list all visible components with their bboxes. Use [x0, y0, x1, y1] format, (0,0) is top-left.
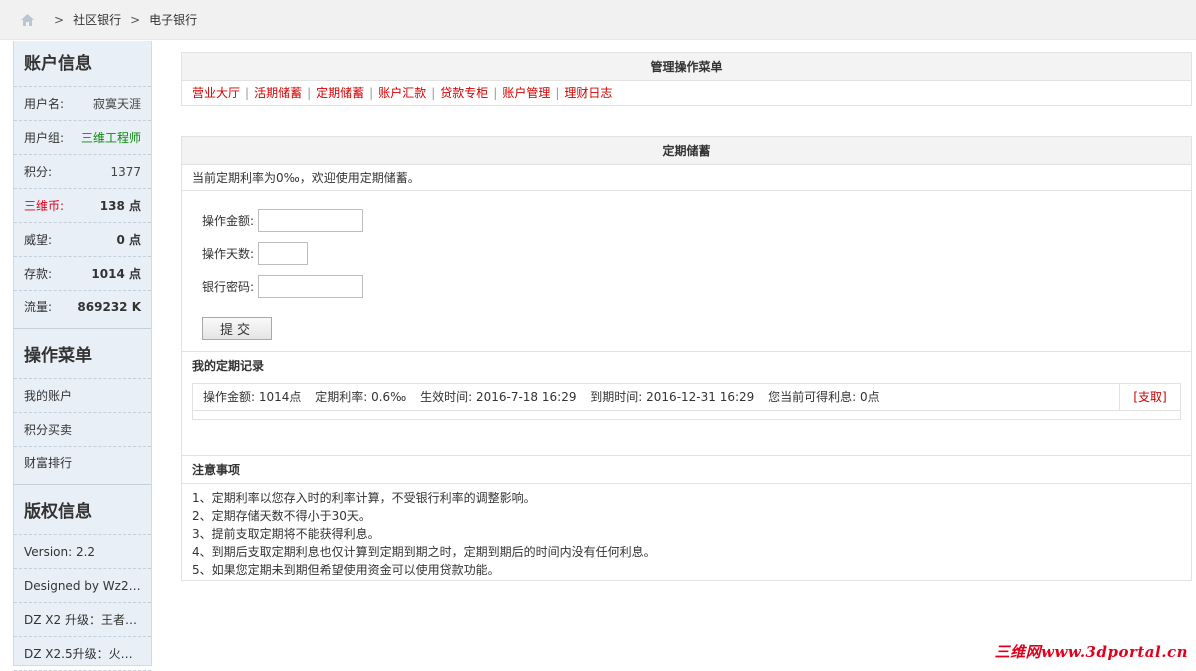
record-start-time: 生效时间: 2016-7-18 16:29 — [420, 390, 577, 404]
menu-link-lobby[interactable]: 营业大厅 — [192, 86, 240, 100]
site-watermark: 三维网www.3dportal.cn — [994, 643, 1188, 661]
menu-link-remittance[interactable]: 账户汇款 — [378, 86, 426, 100]
table-row: 操作金额: 1014点 定期利率: 0.6‰ 生效时间: 2016-7-18 1… — [193, 384, 1180, 411]
days-label: 操作天数: — [202, 247, 255, 261]
list-item: 2、定期存储天数不得小于30天。 — [192, 509, 371, 523]
copyright-title: 版权信息 — [14, 485, 151, 535]
fixed-savings-title: 定期储蓄 — [182, 137, 1191, 165]
field-points: 积分: 1377 — [14, 155, 151, 189]
operation-menu-title: 操作菜单 — [14, 329, 151, 379]
field-traffic: 流量: 869232 K — [14, 291, 151, 329]
sidebar-item-wealth-rank[interactable]: 财富排行 — [14, 447, 151, 485]
breadcrumb: > 社区银行 > 电子银行 — [20, 11, 197, 28]
manage-menu-panel: 管理操作菜单 营业大厅 | 活期储蓄 | 定期储蓄 | 账户汇款 | 贷款专柜 | 账户管理 | 理财日… — [181, 52, 1192, 106]
list-item: 1、定期利率以您存入时的利率计算，不受银行利率的调整影响。 — [192, 491, 536, 505]
manage-menu-links: 营业大厅 | 活期储蓄 | 定期储蓄 | 账户汇款 | 贷款专柜 | 账户管理 | 理财日志 — [192, 86, 613, 100]
breadcrumb-bar: > 社区银行 > 电子银行 — [0, 0, 1196, 40]
list-item: 3、提前支取定期将不能获得利息。 — [192, 527, 380, 541]
field-coins: 三维币: 138 点 — [14, 189, 151, 223]
my-records-title: 我的定期记录 — [192, 359, 265, 373]
notes-title: 注意事项 — [182, 456, 1191, 484]
fixed-savings-form: 操作金额: 操作天数: 银行密码: 提交 — [182, 191, 1191, 352]
field-deposit: 存款: 1014 点 — [14, 257, 151, 291]
breadcrumb-item-community-bank[interactable]: 社区银行 — [73, 11, 121, 28]
copyright-version: Version: 2.2 — [14, 535, 151, 569]
menu-link-account-manage[interactable]: 账户管理 — [502, 86, 550, 100]
withdraw-link[interactable]: [支取] — [1133, 390, 1166, 404]
account-info-title: 账户信息 — [14, 41, 151, 87]
fixed-savings-panel: 定期储蓄 当前定期利率为0‰，欢迎使用定期储蓄。 操作金额: 操作天数: 银行密… — [181, 136, 1192, 581]
breadcrumb-item-ebank[interactable]: 电子银行 — [149, 11, 197, 28]
days-input[interactable] — [258, 242, 308, 265]
menu-link-demand-savings[interactable]: 活期储蓄 — [254, 86, 302, 100]
sidebar-item-my-account[interactable]: 我的账户 — [14, 379, 151, 413]
field-prestige: 威望: 0 点 — [14, 223, 151, 257]
menu-link-loans[interactable]: 贷款专柜 — [440, 86, 488, 100]
breadcrumb-separator: > — [54, 12, 65, 27]
field-usergroup: 用户组: 三维工程师 — [14, 121, 151, 155]
record-amount: 操作金额: 1014点 — [203, 390, 302, 404]
password-label: 银行密码: — [202, 280, 255, 294]
menu-link-finance-log[interactable]: 理财日志 — [564, 86, 612, 100]
bank-password-input[interactable] — [258, 275, 363, 298]
list-item: 5、如果您定期未到期但希望使用资金可以使用贷款功能。 — [192, 563, 500, 577]
fixed-rate-intro: 当前定期利率为0‰，欢迎使用定期储蓄。 — [182, 165, 1191, 191]
breadcrumb-separator: > — [130, 12, 141, 27]
menu-link-fixed-savings[interactable]: 定期储蓄 — [316, 86, 364, 100]
manage-menu-title: 管理操作菜单 — [182, 53, 1191, 81]
sidebar-item-points-trade[interactable]: 积分买卖 — [14, 413, 151, 447]
copyright-designer: Designed by Wz20… — [14, 569, 151, 603]
submit-button[interactable]: 提交 — [202, 317, 272, 340]
home-icon[interactable] — [20, 13, 35, 27]
amount-input[interactable] — [258, 209, 363, 232]
field-username: 用户名: 寂寞天涯 — [14, 87, 151, 121]
notes-list: 1、定期利率以您存入时的利率计算，不受银行利率的调整影响。 2、定期存储天数不得… — [182, 484, 1191, 585]
copyright-x2-upgrade: DZ X2 升级：王者… — [14, 603, 151, 637]
record-interest: 您当前可得利息: 0点 — [768, 390, 880, 404]
amount-label: 操作金额: — [202, 214, 255, 228]
record-rate: 定期利率: 0.6‰ — [315, 390, 407, 404]
sidebar: 账户信息 用户名: 寂寞天涯 用户组: 三维工程师 积分: 1377 三维币: … — [13, 41, 152, 671]
records-table: 操作金额: 1014点 定期利率: 0.6‰ 生效时间: 2016-7-18 1… — [192, 383, 1181, 420]
list-item: 4、到期后支取定期利息也仅计算到定期到期之时，定期到期后的时间内没有任何利息。 — [192, 545, 656, 559]
record-end-time: 到期时间: 2016-12-31 16:29 — [590, 390, 755, 404]
